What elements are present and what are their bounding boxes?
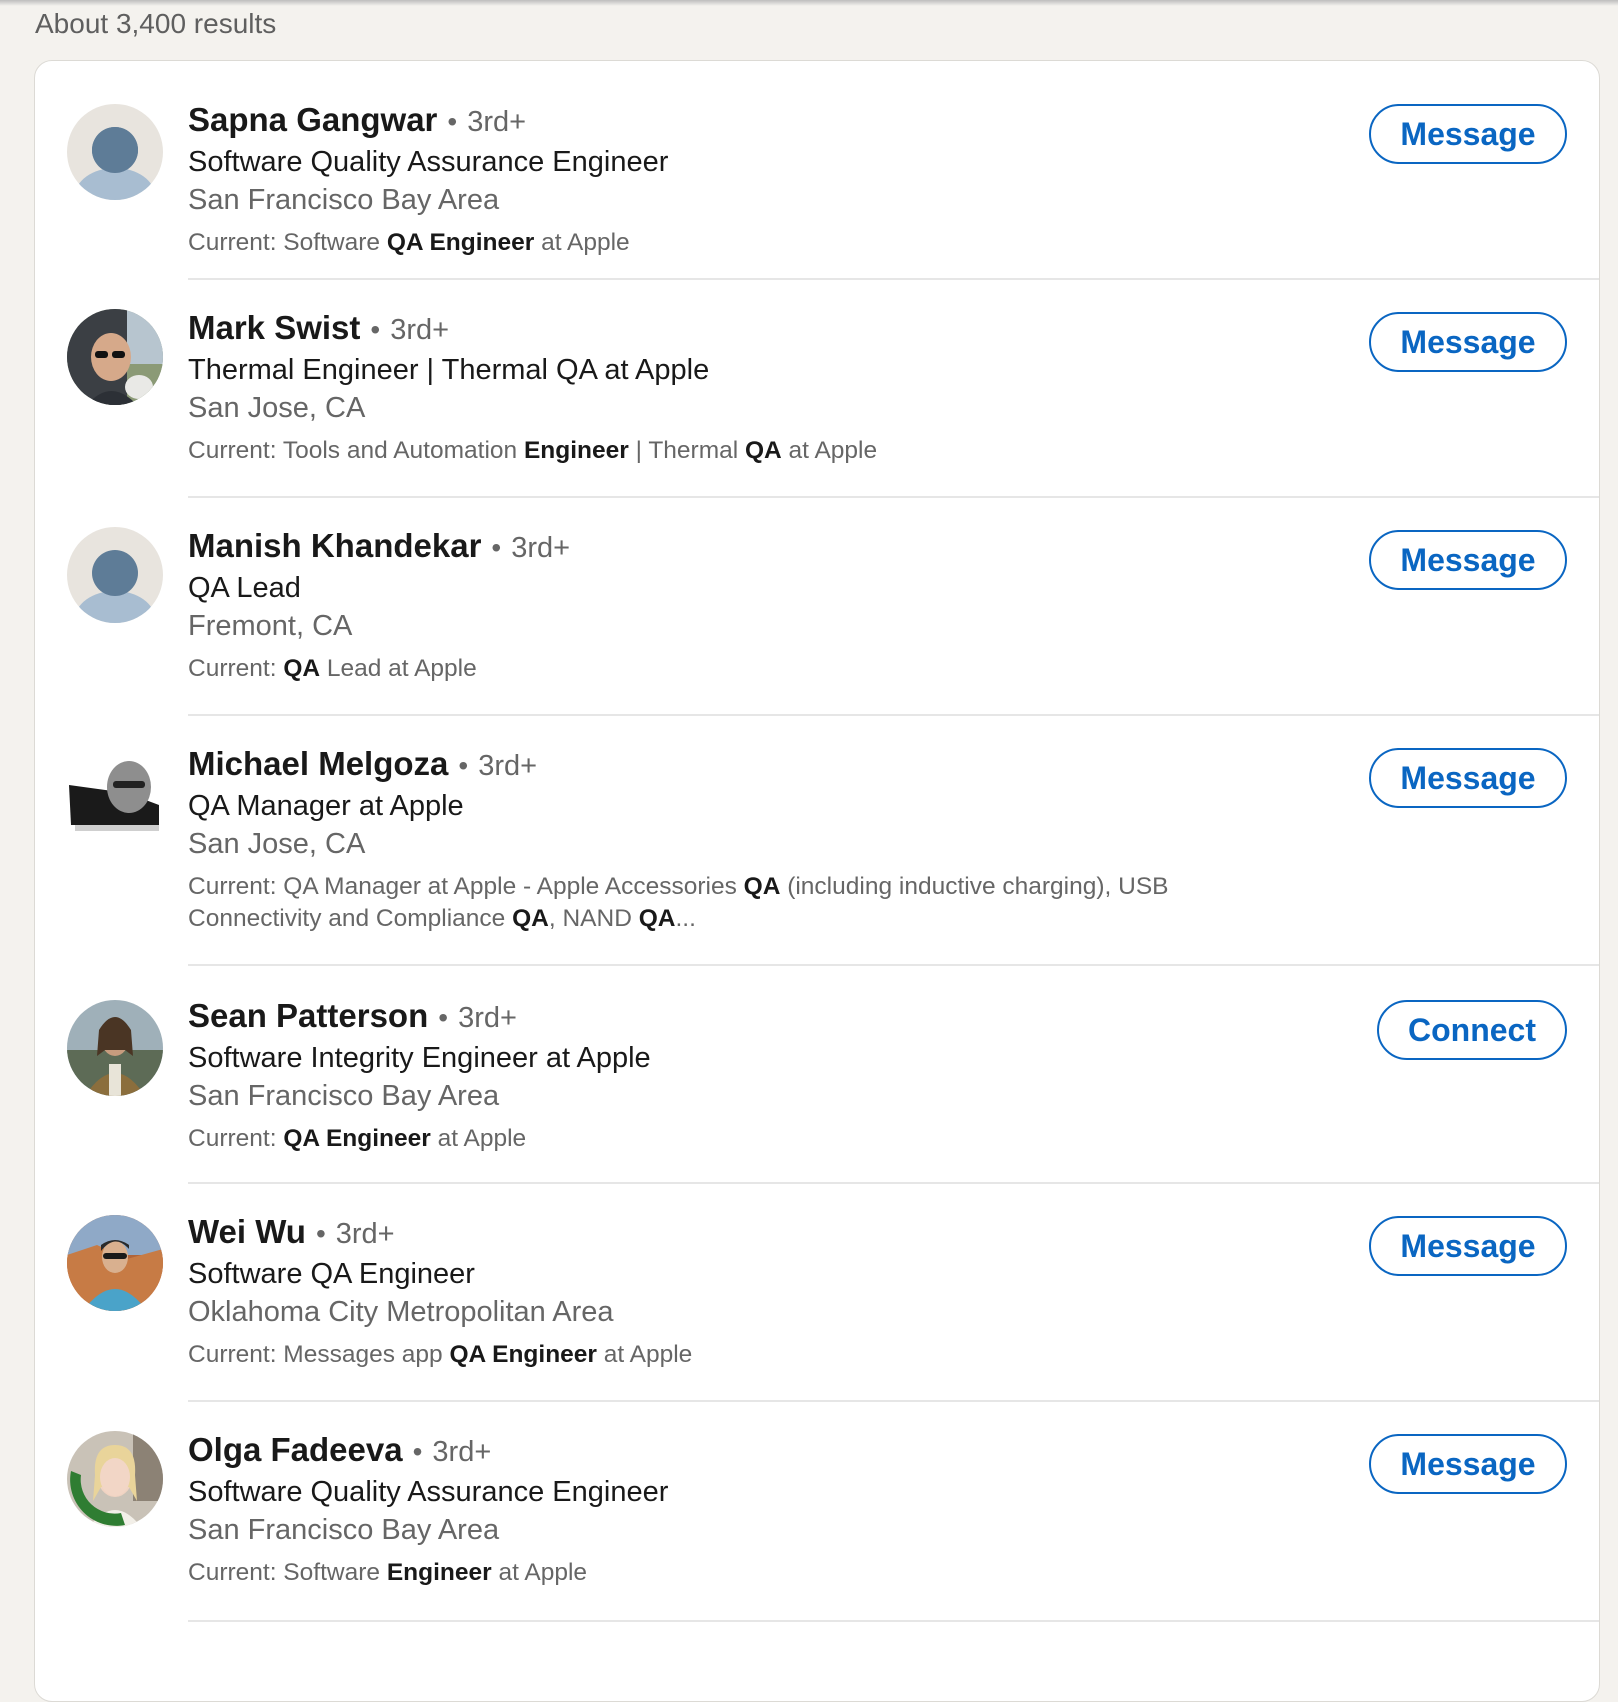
connection-degree: 3rd+	[467, 106, 527, 138]
default-avatar-icon[interactable]	[67, 527, 163, 623]
profile-name[interactable]: Michael Melgoza	[188, 745, 448, 782]
current-text: at Apple	[781, 437, 878, 464]
default-avatar-icon[interactable]	[67, 104, 163, 200]
divider	[188, 964, 1599, 966]
current-position: Current: Messages app QA Engineer at App…	[188, 1339, 1248, 1371]
list-item[interactable]: Sean Patterson • 3rd+ Software Integrity E…	[35, 967, 1599, 1185]
profile-location: San Francisco Bay Area	[188, 184, 500, 216]
current-position: Current: Software Engineer at Apple	[188, 1557, 1248, 1589]
message-button[interactable]: Message	[1369, 312, 1567, 372]
list-item[interactable]: Manish Khandekar • 3rd+ QA Lead Fremont, C…	[35, 499, 1599, 717]
current-position: Current: Tools and Automation Engineer |…	[188, 435, 1248, 467]
search-results-list: Sapna Gangwar • 3rd+ Software Quality Assu…	[34, 60, 1600, 1702]
profile-headline: QA Manager at Apple	[188, 790, 464, 822]
keyword-highlight: QA	[512, 905, 549, 932]
keyword-highlight: Engineer	[523, 437, 629, 464]
connection-degree: 3rd+	[478, 750, 538, 782]
profile-photo[interactable]	[67, 309, 163, 405]
results-count: About 3,400 results	[35, 8, 277, 39]
profile-location: San Francisco Bay Area	[188, 1514, 500, 1546]
current-text: at Apple	[596, 1341, 693, 1368]
connect-button[interactable]: Connect	[1377, 1000, 1567, 1060]
list-item[interactable]: Michael Melgoza • 3rd+ QA Manager at Apple…	[35, 717, 1599, 967]
list-item[interactable]: Mark Swist • 3rd+ Thermal Engineer | Therm…	[35, 281, 1599, 499]
divider	[188, 1620, 1599, 1622]
profile-headline: Software Quality Assurance Engineer	[188, 146, 669, 178]
divider	[188, 496, 1599, 498]
current-text: Current: Software	[188, 1559, 387, 1586]
connection-degree: 3rd+	[458, 1002, 517, 1034]
divider	[188, 278, 1599, 280]
connection-degree: 3rd+	[390, 314, 450, 346]
profile-photo[interactable]	[67, 1215, 163, 1311]
keyword-highlight: QA Engineer	[283, 1125, 431, 1152]
keyword-highlight: QA	[743, 873, 781, 900]
keyword-highlight: QA	[283, 655, 321, 682]
current-text: ...	[675, 905, 696, 932]
profile-location: Oklahoma City Metropolitan Area	[188, 1296, 614, 1328]
current-text: Current: Software	[188, 229, 387, 256]
current-position: Current: QA Lead at Apple	[188, 653, 1248, 685]
divider	[188, 1400, 1599, 1402]
profile-location: San Jose, CA	[188, 828, 366, 860]
current-text: Current:	[188, 1125, 284, 1152]
profile-name[interactable]: Wei Wu	[188, 1213, 306, 1250]
current-text: at Apple	[534, 229, 630, 256]
profile-name[interactable]: Olga Fadeeva	[188, 1431, 403, 1468]
current-text: Current: Messages app	[188, 1341, 450, 1368]
current-text: Current: QA Manager at Apple - Apple Acc…	[188, 873, 744, 900]
profile-name[interactable]: Mark Swist	[188, 309, 360, 346]
current-text: at Apple	[430, 1125, 527, 1152]
profile-name[interactable]: Sean Patterson	[188, 997, 428, 1034]
current-position: Current: QA Manager at Apple - Apple Acc…	[188, 871, 1248, 935]
current-text: | Thermal	[628, 437, 745, 464]
current-text: Current: Tools and Automation	[188, 437, 524, 464]
separator-dot: •	[447, 106, 458, 137]
profile-name[interactable]: Manish Khandekar	[188, 527, 481, 564]
list-item[interactable]: Wei Wu • 3rd+ Software QA Engineer Oklahom…	[35, 1185, 1599, 1403]
profile-location: Fremont, CA	[188, 610, 353, 642]
message-button[interactable]: Message	[1369, 530, 1567, 590]
keyword-highlight: Engineer	[386, 1559, 492, 1586]
current-position: Current: Software QA Engineer at Apple	[188, 227, 1248, 259]
separator-dot: •	[412, 1436, 423, 1467]
profile-headline: QA Lead	[188, 572, 301, 604]
current-text: at Apple	[491, 1559, 588, 1586]
profile-photo[interactable]	[67, 1000, 163, 1096]
list-item[interactable]: Sapna Gangwar • 3rd+ Software Quality Assu…	[35, 61, 1599, 281]
separator-dot: •	[370, 314, 381, 345]
separator-dot: •	[438, 1002, 449, 1033]
keyword-highlight: QA Engineer	[449, 1341, 597, 1368]
keyword-highlight: QA	[745, 437, 782, 464]
separator-dot: •	[491, 532, 502, 563]
profile-headline: Software Integrity Engineer at Apple	[188, 1042, 651, 1074]
connection-degree: 3rd+	[511, 532, 571, 564]
message-button[interactable]: Message	[1369, 1216, 1567, 1276]
profile-headline: Software Quality Assurance Engineer	[188, 1476, 669, 1508]
top-shadow	[0, 0, 1618, 6]
divider	[188, 714, 1599, 716]
profile-headline: Thermal Engineer | Thermal QA at Apple	[188, 354, 710, 386]
profile-name[interactable]: Sapna Gangwar	[188, 101, 437, 138]
list-item[interactable]: Olga Fadeeva • 3rd+ Software Quality Assur…	[35, 1403, 1599, 1623]
profile-location: San Jose, CA	[188, 392, 366, 424]
separator-dot: •	[458, 750, 469, 781]
profile-photo[interactable]	[67, 1431, 163, 1527]
keyword-highlight: QA	[638, 905, 676, 932]
connection-degree: 3rd+	[432, 1436, 492, 1468]
separator-dot: •	[315, 1218, 326, 1249]
current-text: Lead at Apple	[320, 655, 477, 682]
keyword-highlight: QA Engineer	[386, 229, 535, 256]
message-button[interactable]: Message	[1369, 104, 1567, 164]
message-button[interactable]: Message	[1369, 748, 1567, 808]
current-text: , NAND	[548, 905, 639, 932]
divider	[188, 1182, 1599, 1184]
current-position: Current: QA Engineer at Apple	[188, 1123, 1248, 1155]
profile-headline: Software QA Engineer	[188, 1258, 475, 1290]
message-button[interactable]: Message	[1369, 1434, 1567, 1494]
profile-photo[interactable]	[67, 745, 163, 841]
current-text: Current:	[188, 655, 284, 682]
profile-location: San Francisco Bay Area	[188, 1080, 500, 1112]
connection-degree: 3rd+	[335, 1218, 395, 1250]
